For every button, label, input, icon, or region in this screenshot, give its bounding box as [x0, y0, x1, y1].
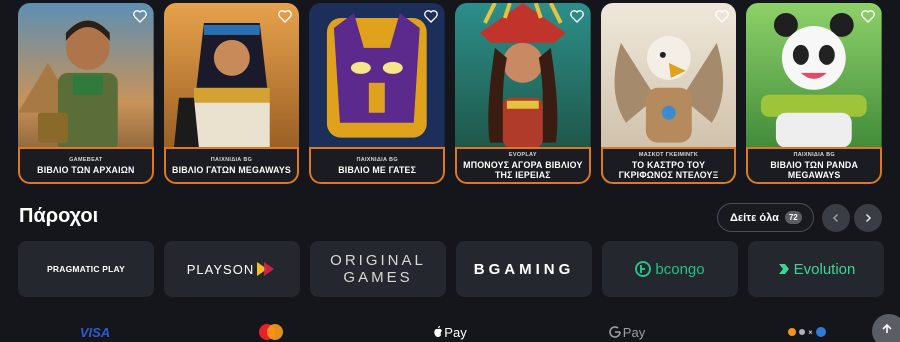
- heart-icon[interactable]: [423, 8, 439, 24]
- heart-icon[interactable]: [860, 8, 876, 24]
- game-provider: ΠΑΙΧΝΙΔΙΑ BG: [210, 156, 253, 163]
- provider-logo-playson: PLAYSON: [186, 261, 255, 277]
- game-card[interactable]: GAMEBEAT ΒΙΒΛΙΟ ΤΩΝ ΑΡΧΑΙΩΝ: [18, 3, 154, 184]
- chevron-right-icon: [865, 213, 872, 223]
- scroll-top-button[interactable]: [872, 314, 900, 342]
- game-provider: GAMEBEAT: [69, 156, 103, 163]
- game-card[interactable]: ΠΑΙΧΝΙΔΙΑ BG ΒΙΒΛΙΟ ΜΕ ΓΑΤΕΣ: [309, 3, 446, 184]
- visa-text: VISA: [79, 324, 111, 340]
- see-all-label: Δείτε όλα: [730, 211, 779, 224]
- game-provider: ΜΑΣΚΟΤ ΓΚΕΙΜΙΝΓΚ: [638, 151, 699, 158]
- playson-mark-icon: [257, 262, 275, 276]
- game-card[interactable]: ΜΑΣΚΟΤ ΓΚΕΙΜΙΝΓΚ ΤΟ ΚΑΣΤΡΟ ΤΟΥ ΓΚΡΙΦΩΝΟΣ…: [600, 3, 737, 184]
- mastercard-icon: [259, 324, 283, 340]
- see-all-button[interactable]: Δείτε όλα 72: [717, 203, 814, 232]
- game-title: ΒΙΒΛΙΟ ΓΑΤΩΝ MEGAWAYS: [172, 164, 291, 175]
- prev-button[interactable]: [822, 204, 850, 232]
- provider-tile-booongo[interactable]: bcongo: [602, 241, 738, 297]
- game-title: ΒΙΒΛΙΟ ΜΕ ΓΑΤΕΣ: [338, 164, 417, 175]
- game-title: ΤΟ ΚΑΣΤΡΟ ΤΟΥ ΓΚΡΙΦΩΝΟΣ ΝΤΕΛΟΥΞ: [618, 159, 719, 180]
- provider-tile-pragmatic-play[interactable]: PRAGMATIC PLAY: [18, 241, 154, 297]
- googlepay-text: Pay: [622, 324, 646, 340]
- providers-row: PRAGMATIC PLAY PLAYSON ORIGINAL GAMES BG…: [18, 241, 884, 297]
- crypto-logos: ×: [784, 322, 830, 342]
- booongo-mark-icon: [635, 261, 652, 277]
- provider-logo-pragmatic: PRAGMATIC PLAY: [47, 264, 125, 274]
- games-row: GAMEBEAT ΒΙΒΛΙΟ ΤΩΝ ΑΡΧΑΙΩΝ ΠΑΙΧΝΙΔΙΑ BG…: [18, 3, 883, 184]
- provider-logo-bgaming: BGAMING: [473, 260, 575, 278]
- apple-icon: [434, 326, 443, 337]
- heart-icon[interactable]: [277, 8, 293, 24]
- provider-logo-booongo: bcongo: [655, 260, 705, 278]
- heart-icon[interactable]: [569, 8, 585, 24]
- google-icon: [609, 326, 621, 338]
- game-info: ΠΑΙΧΝΙΔΙΑ BG ΒΙΒΛΙΟ ΤΩΝ PANDA MEGAWAYS: [746, 147, 883, 184]
- game-provider: EVOPLAY: [508, 151, 537, 158]
- provider-tile-original-games[interactable]: ORIGINAL GAMES: [310, 241, 446, 297]
- applepay-logo: Pay: [430, 322, 470, 342]
- provider-tile-bgaming[interactable]: BGAMING: [456, 241, 592, 297]
- xrp-icon: ×: [808, 327, 813, 337]
- game-card[interactable]: ΠΑΙΧΝΙΔΙΑ BG ΒΙΒΛΙΟ ΓΑΤΩΝ MEGAWAYS: [163, 3, 300, 184]
- heart-icon[interactable]: [714, 8, 730, 24]
- game-info: EVOPLAY ΜΠΟΝΟΥΣ ΑΓΟΡΑ ΒΙΒΛΙΟΥ ΤΗΣ ΙΕΡΕΙΑ…: [455, 147, 591, 184]
- game-title: ΒΙΒΛΙΟ ΤΩΝ PANDA MEGAWAYS: [770, 159, 859, 180]
- game-card[interactable]: EVOPLAY ΜΠΟΝΟΥΣ ΑΓΟΡΑ ΒΙΒΛΙΟΥ ΤΗΣ ΙΕΡΕΙΑ…: [455, 3, 591, 184]
- game-info: ΠΑΙΧΝΙΔΙΑ BG ΒΙΒΛΙΟ ΜΕ ΓΑΤΕΣ: [309, 147, 446, 184]
- applepay-text: Pay: [444, 324, 467, 340]
- provider-tile-playson[interactable]: PLAYSON: [164, 241, 300, 297]
- crypto-dot-icon: [799, 329, 806, 335]
- provider-logo-evolution: Evolution: [793, 260, 856, 278]
- game-title: ΜΠΟΝΟΥΣ ΑΓΟΡΑ ΒΙΒΛΙΟΥ ΤΗΣ ΙΕΡΕΙΑΣ: [463, 159, 583, 180]
- googlepay-logo: Pay: [606, 322, 648, 342]
- providers-count-badge: 72: [784, 211, 802, 224]
- provider-tile-evolution[interactable]: Evolution: [748, 241, 884, 297]
- next-button[interactable]: [854, 204, 882, 232]
- game-card[interactable]: ΠΑΙΧΝΙΔΙΑ BG ΒΙΒΛΙΟ ΤΩΝ PANDA MEGAWAYS: [746, 3, 883, 184]
- game-info: GAMEBEAT ΒΙΒΛΙΟ ΤΩΝ ΑΡΧΑΙΩΝ: [18, 147, 154, 184]
- game-provider: ΠΑΙΧΝΙΔΙΑ BG: [793, 151, 835, 158]
- visa-logo: VISA: [70, 322, 120, 342]
- game-info: ΜΑΣΚΟΤ ΓΚΕΙΜΙΝΓΚ ΤΟ ΚΑΣΤΡΟ ΤΟΥ ΓΚΡΙΦΩΝΟΣ…: [600, 147, 737, 184]
- arrow-up-icon: [882, 323, 892, 333]
- game-info: ΠΑΙΧΝΙΔΙΑ BG ΒΙΒΛΙΟ ΓΑΤΩΝ MEGAWAYS: [163, 147, 300, 184]
- game-title: ΒΙΒΛΙΟ ΤΩΝ ΑΡΧΑΙΩΝ: [37, 164, 135, 175]
- litecoin-icon: [815, 327, 826, 337]
- providers-title: Πάροχοι: [19, 205, 99, 227]
- bitcoin-icon: [788, 328, 797, 336]
- mastercard-logo: [255, 322, 287, 342]
- provider-logo-original-games: ORIGINAL GAMES: [330, 252, 426, 286]
- evolution-mark-icon: [778, 264, 789, 274]
- heart-icon[interactable]: [132, 8, 148, 24]
- chevron-left-icon: [832, 213, 839, 223]
- game-provider: ΠΑΙΧΝΙΔΙΑ BG: [356, 156, 398, 163]
